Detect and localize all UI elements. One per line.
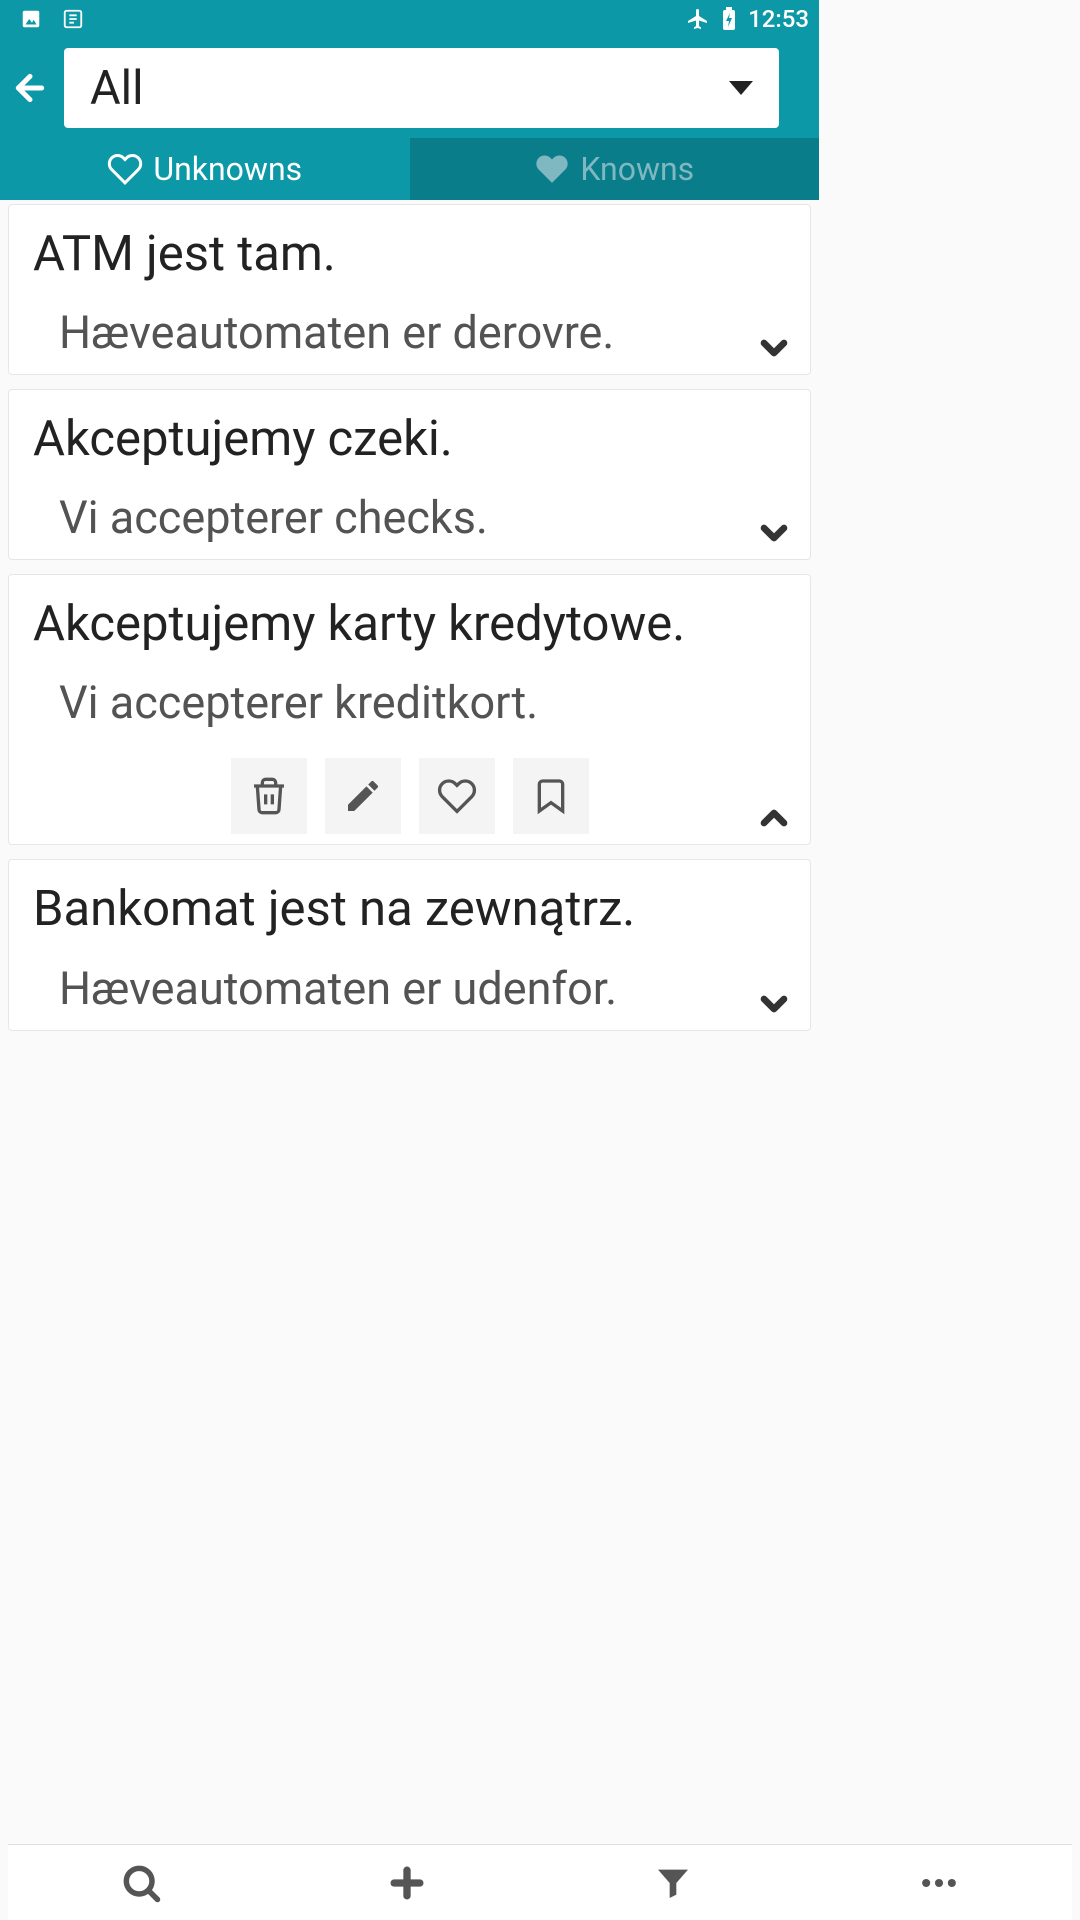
tab-label: Knowns: [580, 150, 694, 188]
phrase-card[interactable]: Bankomat jest na zewnątrz. Hæveautomaten…: [8, 859, 811, 1030]
phrase-card-expanded[interactable]: Akceptujemy karty kredytowe. Vi accepter…: [8, 574, 811, 845]
back-button[interactable]: [10, 68, 50, 108]
phrase-translation: Hæveautomaten er udenfor.: [59, 957, 679, 1020]
category-dropdown[interactable]: All: [64, 48, 779, 128]
notification-image-icon: [20, 8, 42, 30]
delete-button[interactable]: [231, 758, 307, 834]
expand-button[interactable]: [754, 984, 794, 1024]
tab-unknowns[interactable]: Unknowns: [0, 138, 410, 200]
phrase-card[interactable]: ATM jest tam. Hæveautomaten er derovre.: [8, 204, 811, 375]
airplane-mode-icon: [686, 7, 710, 31]
status-bar: 12:53: [0, 0, 819, 38]
phrase-primary: Bankomat jest na zewnątrz.: [33, 876, 786, 942]
phrase-translation: Hæveautomaten er derovre.: [59, 301, 679, 364]
edit-button[interactable]: [325, 758, 401, 834]
phrase-primary: Akceptujemy karty kredytowe.: [33, 591, 786, 657]
filter-button[interactable]: [540, 1845, 806, 1920]
expand-button[interactable]: [754, 328, 794, 368]
phrase-list: ATM jest tam. Hæveautomaten er derovre. …: [0, 200, 819, 1031]
search-button[interactable]: [8, 1845, 274, 1920]
phrase-translation: Vi accepterer checks.: [59, 486, 679, 549]
bookmark-button[interactable]: [513, 758, 589, 834]
heart-outline-icon: [107, 151, 143, 187]
more-button[interactable]: [806, 1845, 1072, 1920]
phrase-translation: Vi accepterer kreditkort.: [59, 671, 786, 734]
card-actions: [33, 758, 786, 834]
tabs: Unknowns Knowns: [0, 138, 819, 200]
app-bar: All: [0, 38, 819, 138]
dropdown-selected-label: All: [90, 61, 144, 116]
notification-text-icon: [62, 8, 84, 30]
status-time: 12:53: [748, 5, 809, 33]
tab-knowns[interactable]: Knowns: [410, 138, 820, 200]
expand-button[interactable]: [754, 513, 794, 553]
add-button[interactable]: [274, 1845, 540, 1920]
heart-filled-icon: [534, 151, 570, 187]
bottom-toolbar: [8, 1844, 1072, 1920]
dropdown-caret-icon: [729, 81, 753, 95]
favorite-button[interactable]: [419, 758, 495, 834]
phrase-primary: ATM jest tam.: [33, 221, 786, 287]
phrase-primary: Akceptujemy czeki.: [33, 406, 786, 472]
battery-charging-icon: [722, 7, 736, 31]
tab-label: Unknowns: [153, 150, 302, 188]
collapse-button[interactable]: [754, 798, 794, 838]
phrase-card[interactable]: Akceptujemy czeki. Vi accepterer checks.: [8, 389, 811, 560]
